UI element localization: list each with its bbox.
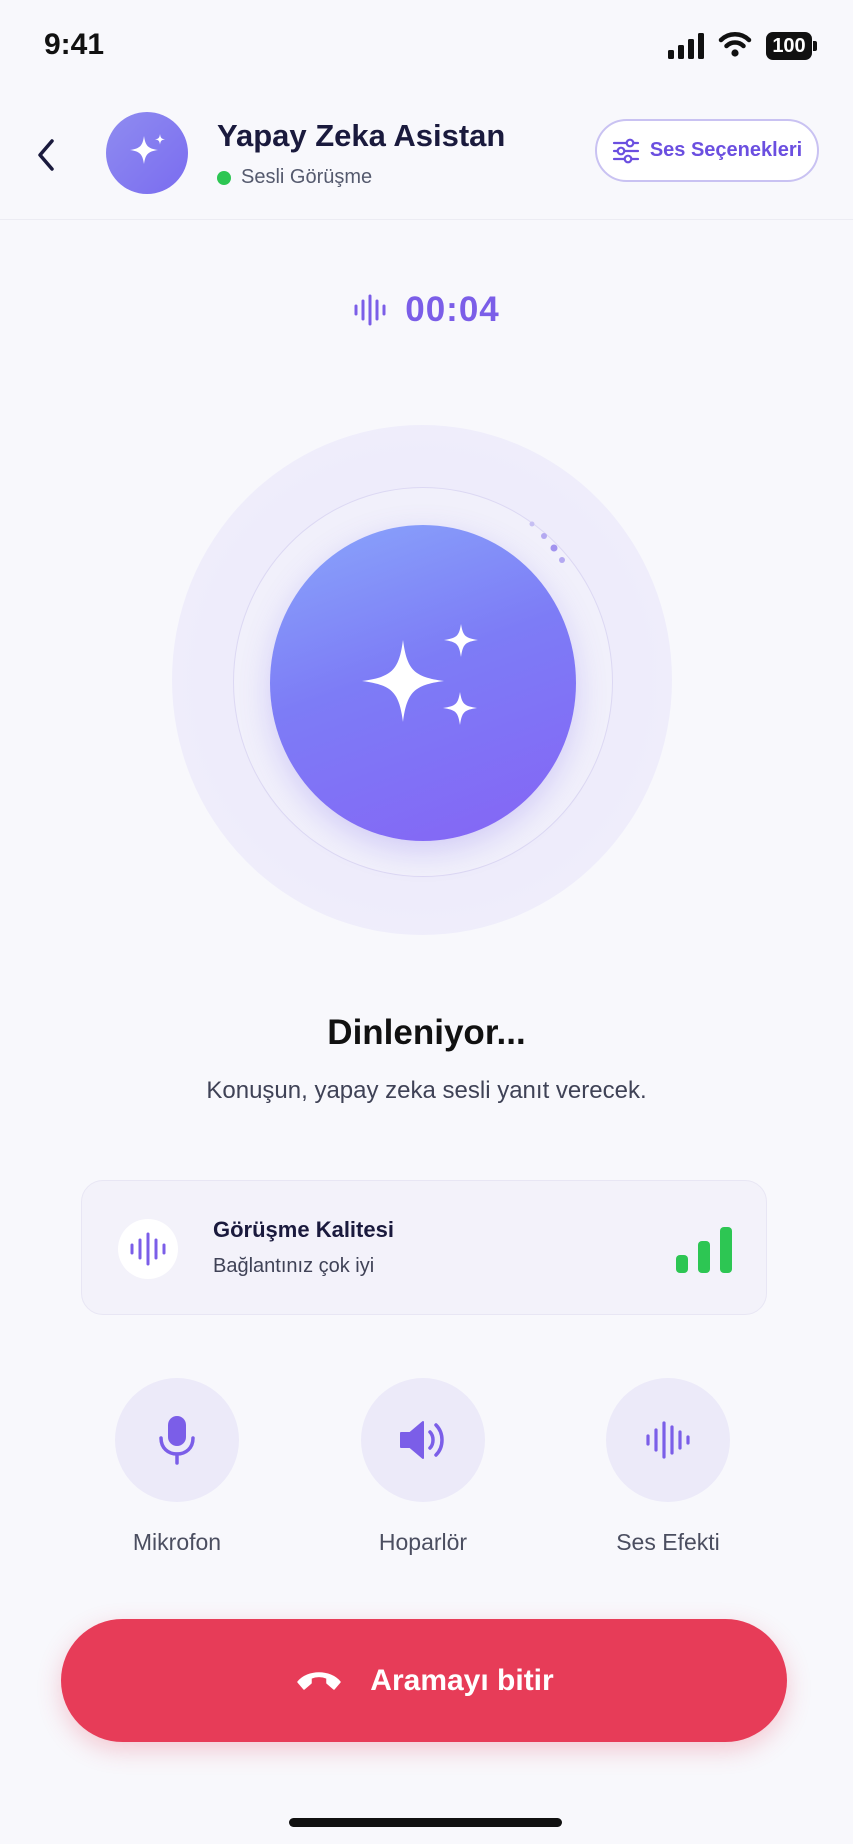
waveform-icon [354, 294, 386, 326]
cellular-signal-icon [668, 33, 704, 59]
back-button[interactable] [24, 130, 68, 180]
waveform-icon [646, 1421, 690, 1459]
speaker-control[interactable]: Hoparlör [343, 1378, 503, 1556]
listening-subtitle: Konuşun, yapay zeka sesli yanıt verecek. [206, 1077, 647, 1104]
battery-icon: 100 [766, 32, 818, 60]
call-timer: 00:04 [0, 290, 853, 330]
call-status: Sesli Görüşme [217, 166, 372, 189]
sound-effect-button[interactable] [606, 1378, 730, 1502]
activity-dots-icon [529, 521, 565, 563]
voice-orb[interactable] [270, 525, 576, 841]
hang-up-icon [297, 1671, 342, 1690]
home-indicator[interactable] [289, 1818, 562, 1827]
quality-icon-badge [118, 1219, 178, 1279]
quality-title: Görüşme Kalitesi [213, 1217, 394, 1242]
microphone-button[interactable] [115, 1378, 239, 1502]
voice-options-label: Ses Seçenekleri [649, 139, 803, 161]
sparkle-icon [130, 134, 165, 164]
call-quality-card: Görüşme Kalitesi Bağlantınız çok iyi [81, 1180, 767, 1315]
quality-subtitle: Bağlantınız çok iyi [213, 1255, 375, 1277]
contact-name: Yapay Zeka Asistan [217, 118, 506, 153]
status-bar: 9:41 100 [0, 0, 853, 90]
status-time: 9:41 [44, 28, 105, 61]
sliders-icon [612, 138, 639, 163]
chevron-left-icon [38, 139, 54, 171]
listening-title: Dinleniyor... [327, 1013, 526, 1052]
call-duration: 00:04 [405, 290, 500, 329]
speaker-icon [400, 1421, 444, 1459]
sparkles-icon [362, 624, 478, 725]
call-status-text: Sesli Görüşme [241, 166, 373, 188]
microphone-control[interactable]: Mikrofon [97, 1378, 257, 1556]
signal-strength-icon [676, 1227, 732, 1273]
battery-level: 100 [766, 32, 812, 60]
sound-effect-control[interactable]: Ses Efekti [588, 1378, 748, 1556]
end-call-label: Aramayı bitir [370, 1663, 554, 1697]
wifi-icon [718, 32, 752, 57]
avatar [106, 112, 188, 194]
speaker-button[interactable] [361, 1378, 485, 1502]
waveform-icon [130, 1232, 166, 1266]
end-call-button[interactable]: Aramayı bitir [61, 1619, 787, 1742]
microphone-icon [159, 1416, 195, 1465]
sound-effect-label: Ses Efekti [616, 1529, 720, 1555]
call-header: Yapay Zeka Asistan Sesli Görüşme Ses Seç… [0, 90, 853, 220]
speaker-label: Hoparlör [378, 1529, 468, 1555]
voice-options-button[interactable]: Ses Seçenekleri [595, 119, 819, 182]
online-status-dot [217, 170, 231, 185]
microphone-label: Mikrofon [132, 1529, 222, 1555]
